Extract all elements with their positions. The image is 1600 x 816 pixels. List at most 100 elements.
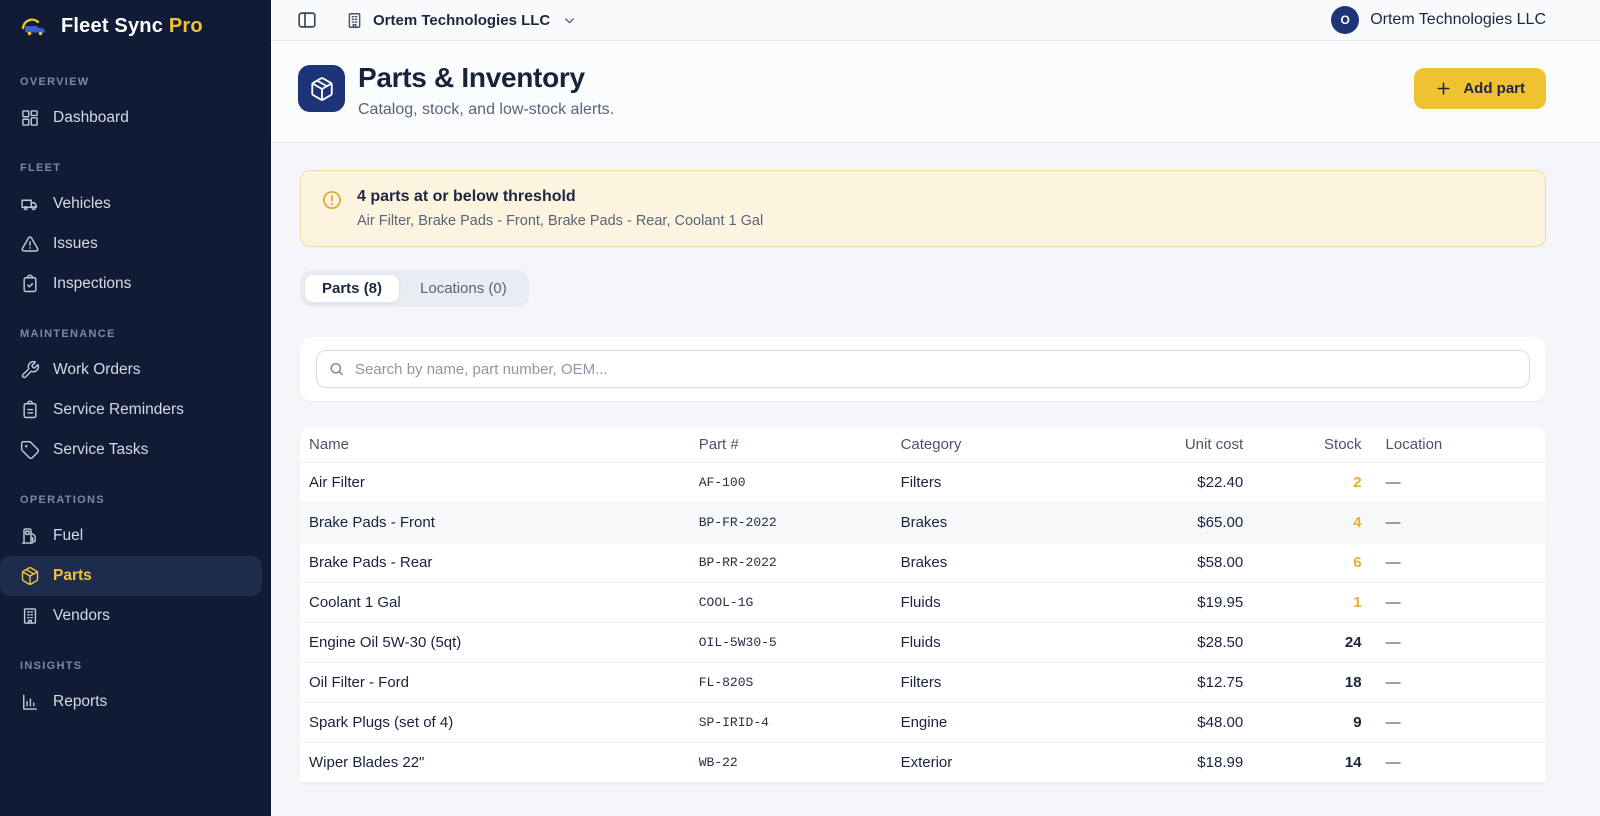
cell-part-number: WB-22 — [698, 742, 901, 783]
search-input[interactable] — [316, 350, 1530, 388]
search-icon — [328, 361, 345, 378]
dashboard-icon — [20, 108, 40, 128]
sidebar-item-service-tasks[interactable]: Service Tasks — [0, 430, 271, 470]
cell-stock: 9 — [1243, 702, 1362, 743]
sidebar-item-vehicles[interactable]: Vehicles — [0, 184, 271, 224]
cell-category: Fluids — [900, 622, 1132, 663]
topbar: Ortem Technologies LLC O Ortem Technolog… — [271, 0, 1600, 41]
building-icon — [345, 11, 364, 30]
alert-detail: Air Filter, Brake Pads - Front, Brake Pa… — [357, 213, 764, 229]
cell-part-number: OIL-5W30-5 — [698, 622, 901, 663]
sidebar-item-label: Fuel — [53, 527, 84, 544]
cell-location: — — [1361, 622, 1546, 663]
table-row-wiper-blades-22[interactable]: Wiper Blades 22" WB-22 Exterior $18.99 14— — [300, 742, 1546, 783]
cell-unit-cost: $18.99 — [1131, 742, 1244, 783]
cell-category: Filters — [900, 462, 1132, 503]
tab-parts-8[interactable]: Parts (8) — [304, 274, 401, 303]
column-header-location: Location — [1361, 427, 1546, 463]
sidebar-item-work-orders[interactable]: Work Orders — [0, 350, 271, 390]
sidebar-section-label-fleet: FLEET — [20, 162, 62, 174]
sidebar-item-service-reminders[interactable]: Service Reminders — [0, 390, 271, 430]
wrench-icon — [20, 360, 40, 380]
sidebar-section-label-insights: INSIGHTS — [20, 660, 83, 672]
org-switcher[interactable]: Ortem Technologies LLC — [345, 11, 577, 30]
sidebar-item-label: Vehicles — [53, 195, 111, 212]
table-row-coolant-1-gal[interactable]: Coolant 1 Gal COOL-1G Fluids $19.95 1— — [300, 582, 1546, 623]
sidebar-item-vendors[interactable]: Vendors — [0, 596, 271, 636]
sidebar-item-issues[interactable]: Issues — [0, 224, 271, 264]
cell-location: — — [1361, 582, 1546, 623]
search-card — [300, 337, 1546, 401]
cell-stock: 2 — [1243, 462, 1362, 503]
chevron-down-icon — [562, 13, 577, 28]
sidebar-item-inspections[interactable]: Inspections — [0, 264, 271, 304]
cell-part-number: COOL-1G — [698, 582, 901, 623]
column-header-category: Category — [900, 427, 1132, 463]
sidebar-item-label: Inspections — [53, 275, 132, 292]
sidebar: Fleet Sync Pro OVERVIEW Dashboard FLEET Veh… — [0, 0, 271, 816]
cell-part-number: BP-RR-2022 — [698, 542, 901, 583]
cell-location: — — [1361, 502, 1546, 543]
table-row-engine-oil-5w-30-5qt[interactable]: Engine Oil 5W-30 (5qt) OIL-5W30-5 Fluids $2… — [300, 622, 1546, 663]
column-header-stock: Stock — [1243, 427, 1362, 463]
fuel-pump-icon — [20, 526, 40, 546]
tag-icon — [20, 440, 40, 460]
column-header-name: Name — [300, 427, 699, 463]
package-icon — [20, 566, 40, 586]
cell-name: Brake Pads - Rear — [300, 542, 699, 583]
sidebar-section-label-maintenance: MAINTENANCE — [20, 328, 116, 340]
cell-unit-cost: $22.40 — [1131, 462, 1244, 503]
alert-circle-icon — [321, 189, 343, 211]
cell-location: — — [1361, 542, 1546, 583]
add-part-button[interactable]: Add part — [1414, 68, 1546, 109]
cell-unit-cost: $65.00 — [1131, 502, 1244, 543]
sidebar-item-label: Service Reminders — [53, 401, 184, 418]
avatar[interactable]: O — [1331, 6, 1360, 34]
column-header-part: Part # — [698, 427, 901, 463]
panel-left-icon — [296, 9, 318, 31]
sidebar-item-parts[interactable]: Parts — [0, 556, 262, 596]
sidebar-item-fuel[interactable]: Fuel — [0, 516, 271, 556]
sidebar-item-label: Work Orders — [53, 361, 141, 378]
sidebar-item-label: Issues — [53, 235, 98, 252]
low-stock-alert-banner: 4 parts at or below threshold Air Filter… — [300, 170, 1546, 247]
cell-unit-cost: $12.75 — [1131, 662, 1244, 703]
cell-part-number: FL-820S — [698, 662, 901, 703]
sidebar-toggle-button[interactable] — [296, 9, 318, 31]
package-icon — [298, 65, 345, 112]
table-row-oil-filter-ford[interactable]: Oil Filter - Ford FL-820S Filters $12.75 18— — [300, 662, 1546, 703]
sidebar-section-label-operations: OPERATIONS — [20, 494, 105, 506]
cell-stock: 6 — [1243, 542, 1362, 583]
add-part-label: Add part — [1463, 80, 1525, 97]
cell-stock: 24 — [1243, 622, 1362, 663]
table-row-brake-pads-front[interactable]: Brake Pads - Front BP-FR-2022 Brakes $65.00… — [300, 502, 1546, 543]
cell-category: Brakes — [900, 502, 1132, 543]
cell-category: Filters — [900, 662, 1132, 703]
sidebar-section-label-overview: OVERVIEW — [20, 76, 90, 88]
cell-part-number: SP-IRID-4 — [698, 702, 901, 743]
cell-name: Wiper Blades 22" — [300, 742, 699, 783]
cell-name: Air Filter — [300, 462, 699, 503]
sidebar-item-label: Dashboard — [53, 109, 129, 126]
table-row-brake-pads-rear[interactable]: Brake Pads - Rear BP-RR-2022 Brakes $58.00 6… — [300, 542, 1546, 583]
table-row-air-filter[interactable]: Air Filter AF-100 Filters $22.40 2— — [300, 462, 1546, 503]
building-icon — [20, 606, 40, 626]
account-name: Ortem Technologies LLC — [1370, 11, 1546, 28]
cell-stock: 1 — [1243, 582, 1362, 623]
cell-category: Engine — [900, 702, 1132, 743]
table-row-spark-plugs-set-of-4[interactable]: Spark Plugs (set of 4) SP-IRID-4 Engine $48… — [300, 702, 1546, 743]
cell-location: — — [1361, 742, 1546, 783]
brand-logo: Fleet Sync Pro — [0, 0, 271, 52]
cell-unit-cost: $19.95 — [1131, 582, 1244, 623]
tab-bar: Parts (8) Locations (0) — [300, 270, 529, 307]
cell-category: Fluids — [900, 582, 1132, 623]
warning-triangle-icon — [20, 234, 40, 254]
alert-title: 4 parts at or below threshold — [357, 188, 576, 205]
sidebar-item-dashboard[interactable]: Dashboard — [0, 98, 271, 138]
clipboard-list-icon — [20, 400, 40, 420]
tab-locations-0[interactable]: Locations (0) — [402, 274, 525, 303]
page-header: Parts & Inventory Catalog, stock, and lo… — [271, 41, 1600, 143]
cell-category: Brakes — [900, 542, 1132, 583]
cell-name: Oil Filter - Ford — [300, 662, 699, 703]
sidebar-item-reports[interactable]: Reports — [0, 682, 271, 722]
